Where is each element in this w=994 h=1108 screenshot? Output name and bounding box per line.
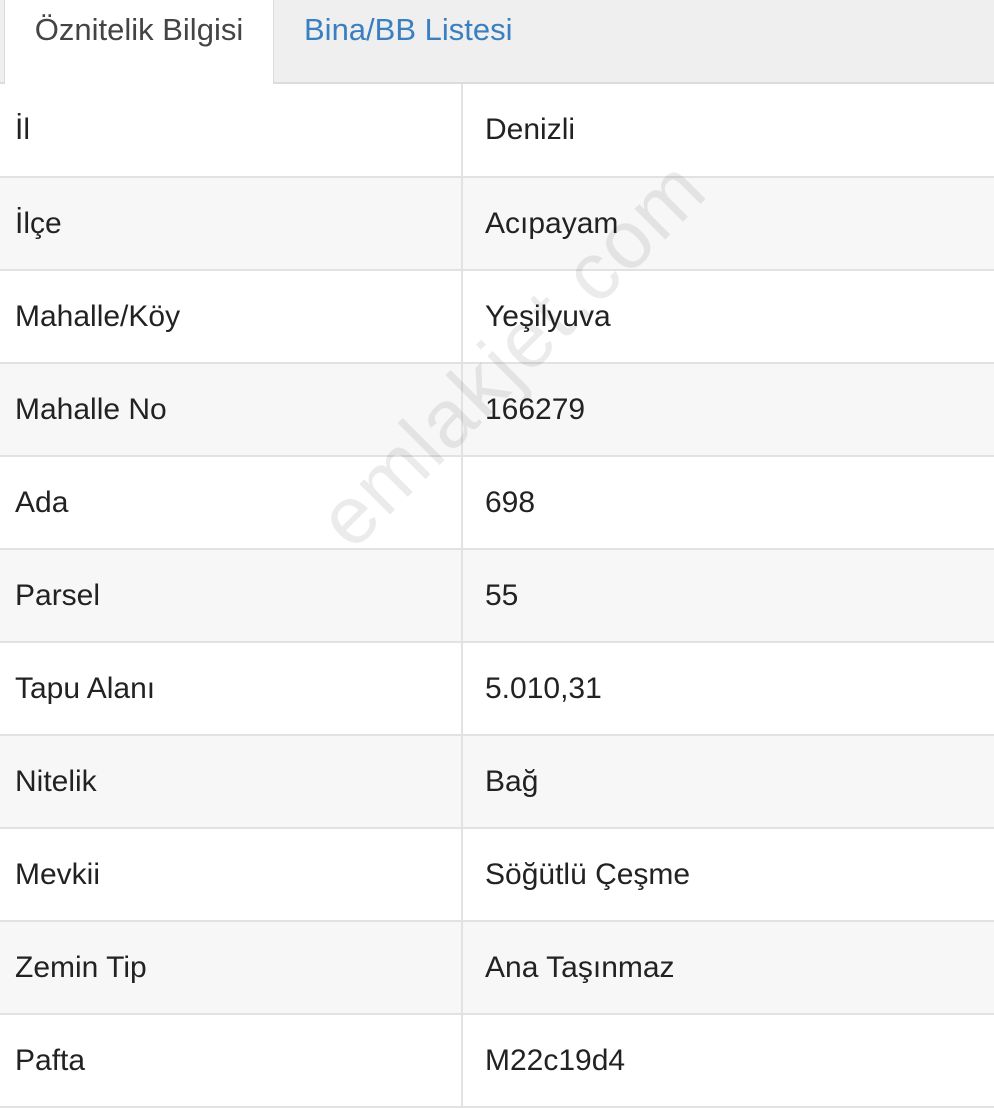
row-value: 166279 bbox=[485, 392, 586, 426]
column-divider bbox=[461, 271, 463, 362]
column-divider bbox=[461, 736, 463, 827]
row-value: Acıpayam bbox=[485, 206, 619, 240]
column-divider bbox=[461, 550, 463, 641]
column-divider bbox=[461, 829, 463, 920]
table-row: Mahalle No 166279 bbox=[0, 364, 994, 457]
column-divider bbox=[461, 364, 463, 455]
tab-label: Bina/BB Listesi bbox=[304, 12, 513, 47]
table-row: Mahalle/Köy Yeşilyuva bbox=[0, 271, 994, 364]
row-value: Söğütlü Çeşme bbox=[485, 857, 691, 891]
row-label: Mevkii bbox=[15, 857, 101, 891]
tab-bina-bb-listesi[interactable]: Bina/BB Listesi bbox=[304, 0, 513, 84]
table-row: İlçe Acıpayam bbox=[0, 178, 994, 271]
row-label: Nitelik bbox=[15, 764, 97, 798]
row-label: Zemin Tip bbox=[15, 950, 147, 984]
row-value: Yeşilyuva bbox=[485, 299, 611, 333]
table-row: Mevkii Söğütlü Çeşme bbox=[0, 829, 994, 922]
row-label: Tapu Alanı bbox=[15, 671, 156, 705]
table-row: Ada 698 bbox=[0, 457, 994, 550]
tab-bar: Öznitelik Bilgisi Bina/BB Listesi bbox=[0, 0, 994, 84]
tab-oznitelik-bilgisi[interactable]: Öznitelik Bilgisi bbox=[4, 0, 274, 84]
row-value: M22c19d4 bbox=[485, 1043, 626, 1077]
row-value: 698 bbox=[485, 485, 536, 519]
table-row: Parsel 55 bbox=[0, 550, 994, 643]
row-value: Denizli bbox=[485, 113, 576, 146]
attribute-table: İl Denizli İlçe Acıpayam Mahalle/Köy Yeş… bbox=[0, 84, 994, 1108]
column-divider bbox=[461, 178, 463, 269]
row-label: Parsel bbox=[15, 578, 101, 612]
table-row: Zemin Tip Ana Taşınmaz bbox=[0, 922, 994, 1015]
table-row: Pafta M22c19d4 bbox=[0, 1015, 994, 1108]
row-value: Bağ bbox=[485, 764, 539, 798]
column-divider bbox=[461, 1015, 463, 1106]
row-value: Ana Taşınmaz bbox=[485, 950, 675, 984]
table-row: Nitelik Bağ bbox=[0, 736, 994, 829]
row-label: İl bbox=[15, 113, 30, 146]
row-value: 5.010,31 bbox=[485, 671, 602, 705]
column-divider bbox=[461, 457, 463, 548]
row-value: 55 bbox=[485, 578, 519, 612]
table-row: İl Denizli bbox=[0, 84, 994, 178]
row-label: Pafta bbox=[15, 1043, 86, 1077]
row-label: İlçe bbox=[15, 206, 62, 240]
table-row: Tapu Alanı 5.010,31 bbox=[0, 643, 994, 736]
row-label: Ada bbox=[15, 485, 69, 519]
column-divider bbox=[461, 643, 463, 734]
column-divider bbox=[461, 84, 463, 176]
tab-label: Öznitelik Bilgisi bbox=[34, 12, 244, 47]
row-label: Mahalle/Köy bbox=[15, 299, 181, 333]
row-label: Mahalle No bbox=[15, 392, 167, 426]
column-divider bbox=[461, 922, 463, 1013]
